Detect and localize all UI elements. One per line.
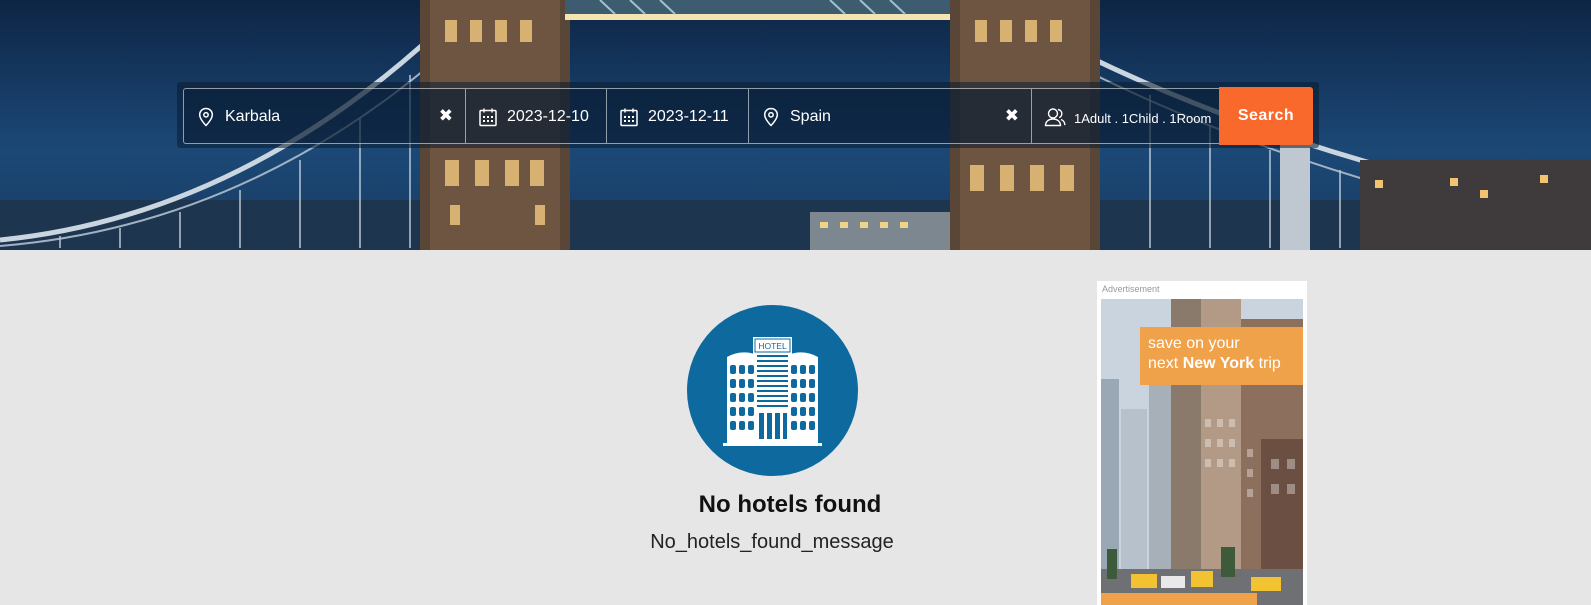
guests-summary[interactable]: 1Adult . 1Child . 1Room: [1074, 109, 1211, 129]
ad-line2-bold: New York: [1182, 355, 1255, 372]
ad-line2-suffix: trip: [1254, 355, 1281, 372]
hotel-sign: HOTEL: [758, 341, 787, 351]
ad-line2: next New York trip: [1148, 354, 1295, 374]
search-button[interactable]: Search: [1219, 87, 1313, 145]
ad-cta-bar[interactable]: [1101, 593, 1257, 605]
close-icon[interactable]: ✖: [439, 106, 453, 126]
destination-input[interactable]: Spain: [790, 107, 831, 127]
ad-headline[interactable]: save on your next New York trip: [1140, 327, 1303, 385]
location-pin-icon: [198, 107, 214, 127]
checkout-date[interactable]: 2023-12-11: [648, 107, 729, 127]
ad-line1: save on your: [1148, 335, 1240, 352]
checkout-field[interactable]: 2023-12-11: [606, 88, 748, 144]
empty-state-title: No hotels found: [698, 491, 882, 518]
origin-field[interactable]: Karbala ✖: [183, 88, 465, 144]
checkin-field[interactable]: 2023-12-10: [465, 88, 606, 144]
user-icon: [1044, 108, 1066, 127]
calendar-icon: [479, 108, 497, 127]
calendar-icon: [620, 108, 638, 127]
checkin-date[interactable]: 2023-12-10: [507, 107, 589, 127]
empty-state-message: No_hotels_found_message: [650, 531, 894, 553]
close-icon[interactable]: ✖: [1005, 106, 1019, 126]
no-results-illustration: HOTEL: [687, 305, 858, 476]
hotel-building-icon: HOTEL: [723, 337, 822, 446]
guests-field[interactable]: 1Adult . 1Child . 1Room: [1031, 88, 1219, 144]
search-form: Karbala ✖ 2023-12-10 2023-12-11 Spain ✖ …: [183, 87, 1313, 145]
origin-input[interactable]: Karbala: [225, 107, 280, 127]
destination-field[interactable]: Spain ✖: [748, 88, 1031, 144]
advertisement[interactable]: Advertisement save on your next New York…: [1097, 281, 1307, 605]
hotel-search-panel: Karbala ✖ 2023-12-10 2023-12-11 Spain ✖ …: [177, 82, 1319, 148]
ad-label: Advertisement: [1102, 284, 1160, 294]
location-pin-icon: [763, 107, 779, 127]
ad-line2-prefix: next: [1148, 355, 1183, 372]
